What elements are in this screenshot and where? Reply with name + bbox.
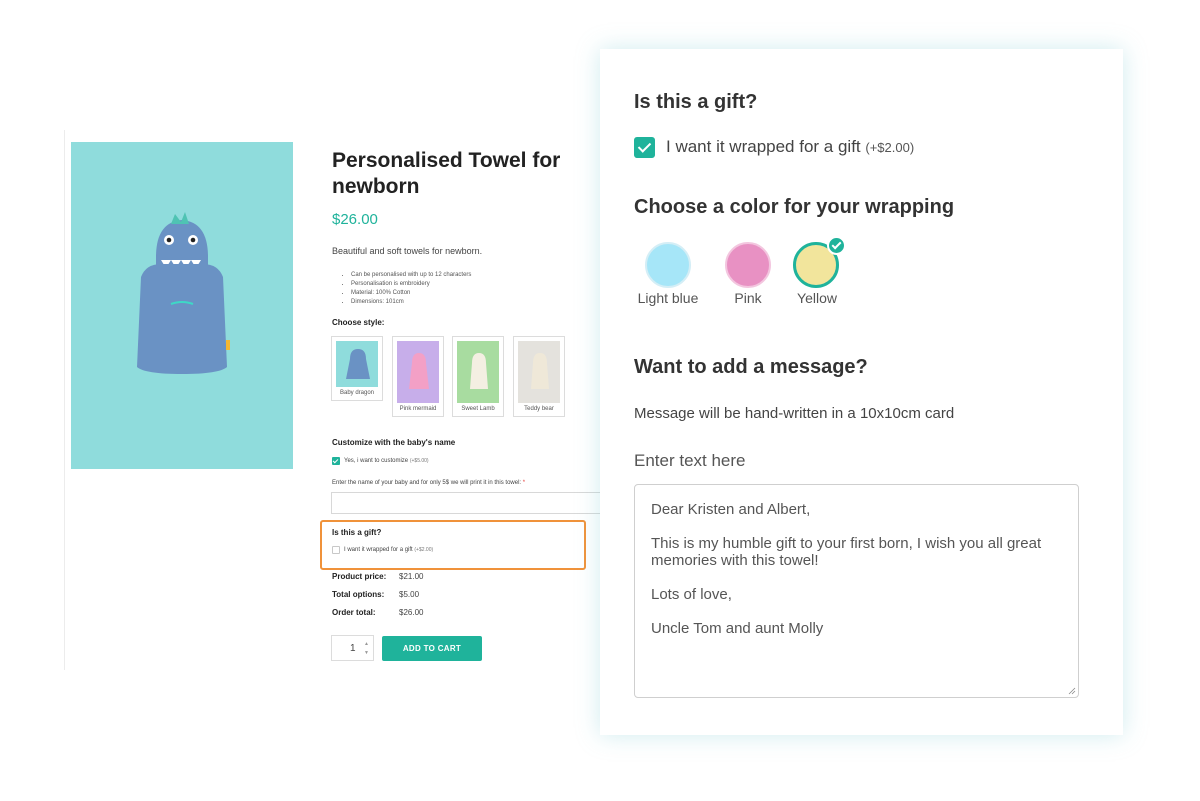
product-description: Beautiful and soft towels for newborn.	[332, 246, 483, 256]
selected-check-icon	[827, 236, 846, 255]
color-swatch-pink[interactable]	[725, 242, 771, 288]
chevron-down-icon[interactable]: ▼	[364, 650, 369, 656]
feature-item: Material: 100% Cotton	[351, 289, 471, 298]
style-thumbnail	[397, 341, 439, 403]
gift-heading: Is this a gift?	[634, 91, 758, 113]
style-label: Choose style:	[332, 318, 385, 327]
customize-option-text: Yes, i want to customize (+$5.00)	[344, 458, 429, 464]
customize-checkbox[interactable]	[332, 457, 340, 465]
name-prompt-text: Enter the name of your baby and for only…	[332, 480, 522, 486]
total-value: $26.00	[399, 608, 424, 617]
customize-option-price: (+$5.00)	[409, 458, 429, 464]
style-option-pink-mermaid[interactable]: Pink mermaid	[392, 336, 444, 417]
style-name: Sweet Lamb	[461, 406, 495, 412]
feature-item: Personalisation is embroidery	[351, 280, 471, 289]
order-total-row: Order total: $26.00	[332, 608, 423, 617]
gift-label: Is this a gift?	[332, 528, 382, 537]
style-option-teddy-bear[interactable]: Teddy bear	[513, 336, 565, 417]
customize-option-label: Yes, i want to customize	[344, 458, 409, 464]
page-divider	[64, 130, 65, 670]
gift-checkbox[interactable]	[332, 546, 340, 554]
name-prompt: Enter the name of your baby and for only…	[332, 480, 525, 486]
message-text: Dear Kristen and Albert, This is my humb…	[651, 501, 1042, 637]
chevron-up-icon[interactable]: ▲	[364, 641, 369, 647]
color-label-yellow: Yellow	[797, 290, 837, 306]
gift-options-panel: Is this a gift? I want it wrapped for a …	[600, 49, 1123, 735]
total-label: Product price:	[332, 572, 387, 581]
feature-item: Can be personalised with up to 12 charac…	[351, 271, 471, 280]
total-label: Order total:	[332, 608, 376, 617]
product-price-row: Product price: $21.00	[332, 572, 423, 581]
style-thumbnail	[336, 341, 378, 387]
gift-option-price: (+$2.00)	[414, 547, 434, 553]
style-thumbnail	[457, 341, 499, 403]
gift-wrap-checkbox[interactable]	[634, 137, 655, 158]
style-option-sweet-lamb[interactable]: Sweet Lamb	[452, 336, 504, 417]
quantity-stepper[interactable]: 1 ▲ ▼	[331, 635, 374, 661]
color-swatch-light-blue[interactable]	[645, 242, 691, 288]
gift-option-text: I want it wrapped for a gift (+$2.00)	[344, 547, 433, 553]
total-value: $5.00	[399, 590, 420, 599]
product-image	[71, 142, 293, 469]
color-label-light-blue: Light blue	[637, 290, 699, 306]
gift-wrap-option: I want it wrapped for a gift (+$2.00)	[666, 137, 914, 157]
quantity-value: 1	[350, 643, 356, 654]
required-marker: *	[522, 480, 526, 486]
total-options-row: Total options: $5.00	[332, 590, 419, 599]
style-option-baby-dragon[interactable]: Baby dragon	[331, 336, 383, 401]
style-name: Baby dragon	[339, 390, 375, 396]
total-label: Total options:	[332, 590, 385, 599]
baby-name-input[interactable]	[331, 492, 601, 514]
message-heading: Want to add a message?	[634, 356, 868, 378]
wrap-color-heading: Choose a color for your wrapping	[634, 196, 955, 218]
customize-label: Customize with the baby's name	[332, 438, 456, 447]
style-thumbnail	[518, 341, 560, 403]
add-to-cart-button[interactable]: ADD TO CART	[382, 636, 482, 661]
gift-option-label: I want it wrapped for a gift	[344, 547, 413, 553]
product-price: $26.00	[332, 211, 378, 228]
product-title: Personalised Towel for newborn	[332, 149, 561, 198]
message-info: Message will be hand-written in a 10x10c…	[634, 405, 955, 422]
total-value: $21.00	[399, 572, 424, 581]
gift-wrap-price: (+$2.00)	[865, 140, 915, 155]
feature-item: Dimensions: 101cm	[351, 298, 471, 307]
message-label: Enter text here	[634, 451, 746, 470]
style-name: Teddy bear	[524, 406, 554, 412]
gift-wrap-label: I want it wrapped for a gift	[666, 137, 861, 156]
resize-grip-icon[interactable]	[1068, 687, 1076, 695]
style-name: Pink mermaid	[399, 406, 437, 412]
feature-list: Can be personalised with up to 12 charac…	[345, 271, 471, 307]
message-textarea[interactable]: Dear Kristen and Albert, This is my humb…	[634, 484, 1079, 698]
